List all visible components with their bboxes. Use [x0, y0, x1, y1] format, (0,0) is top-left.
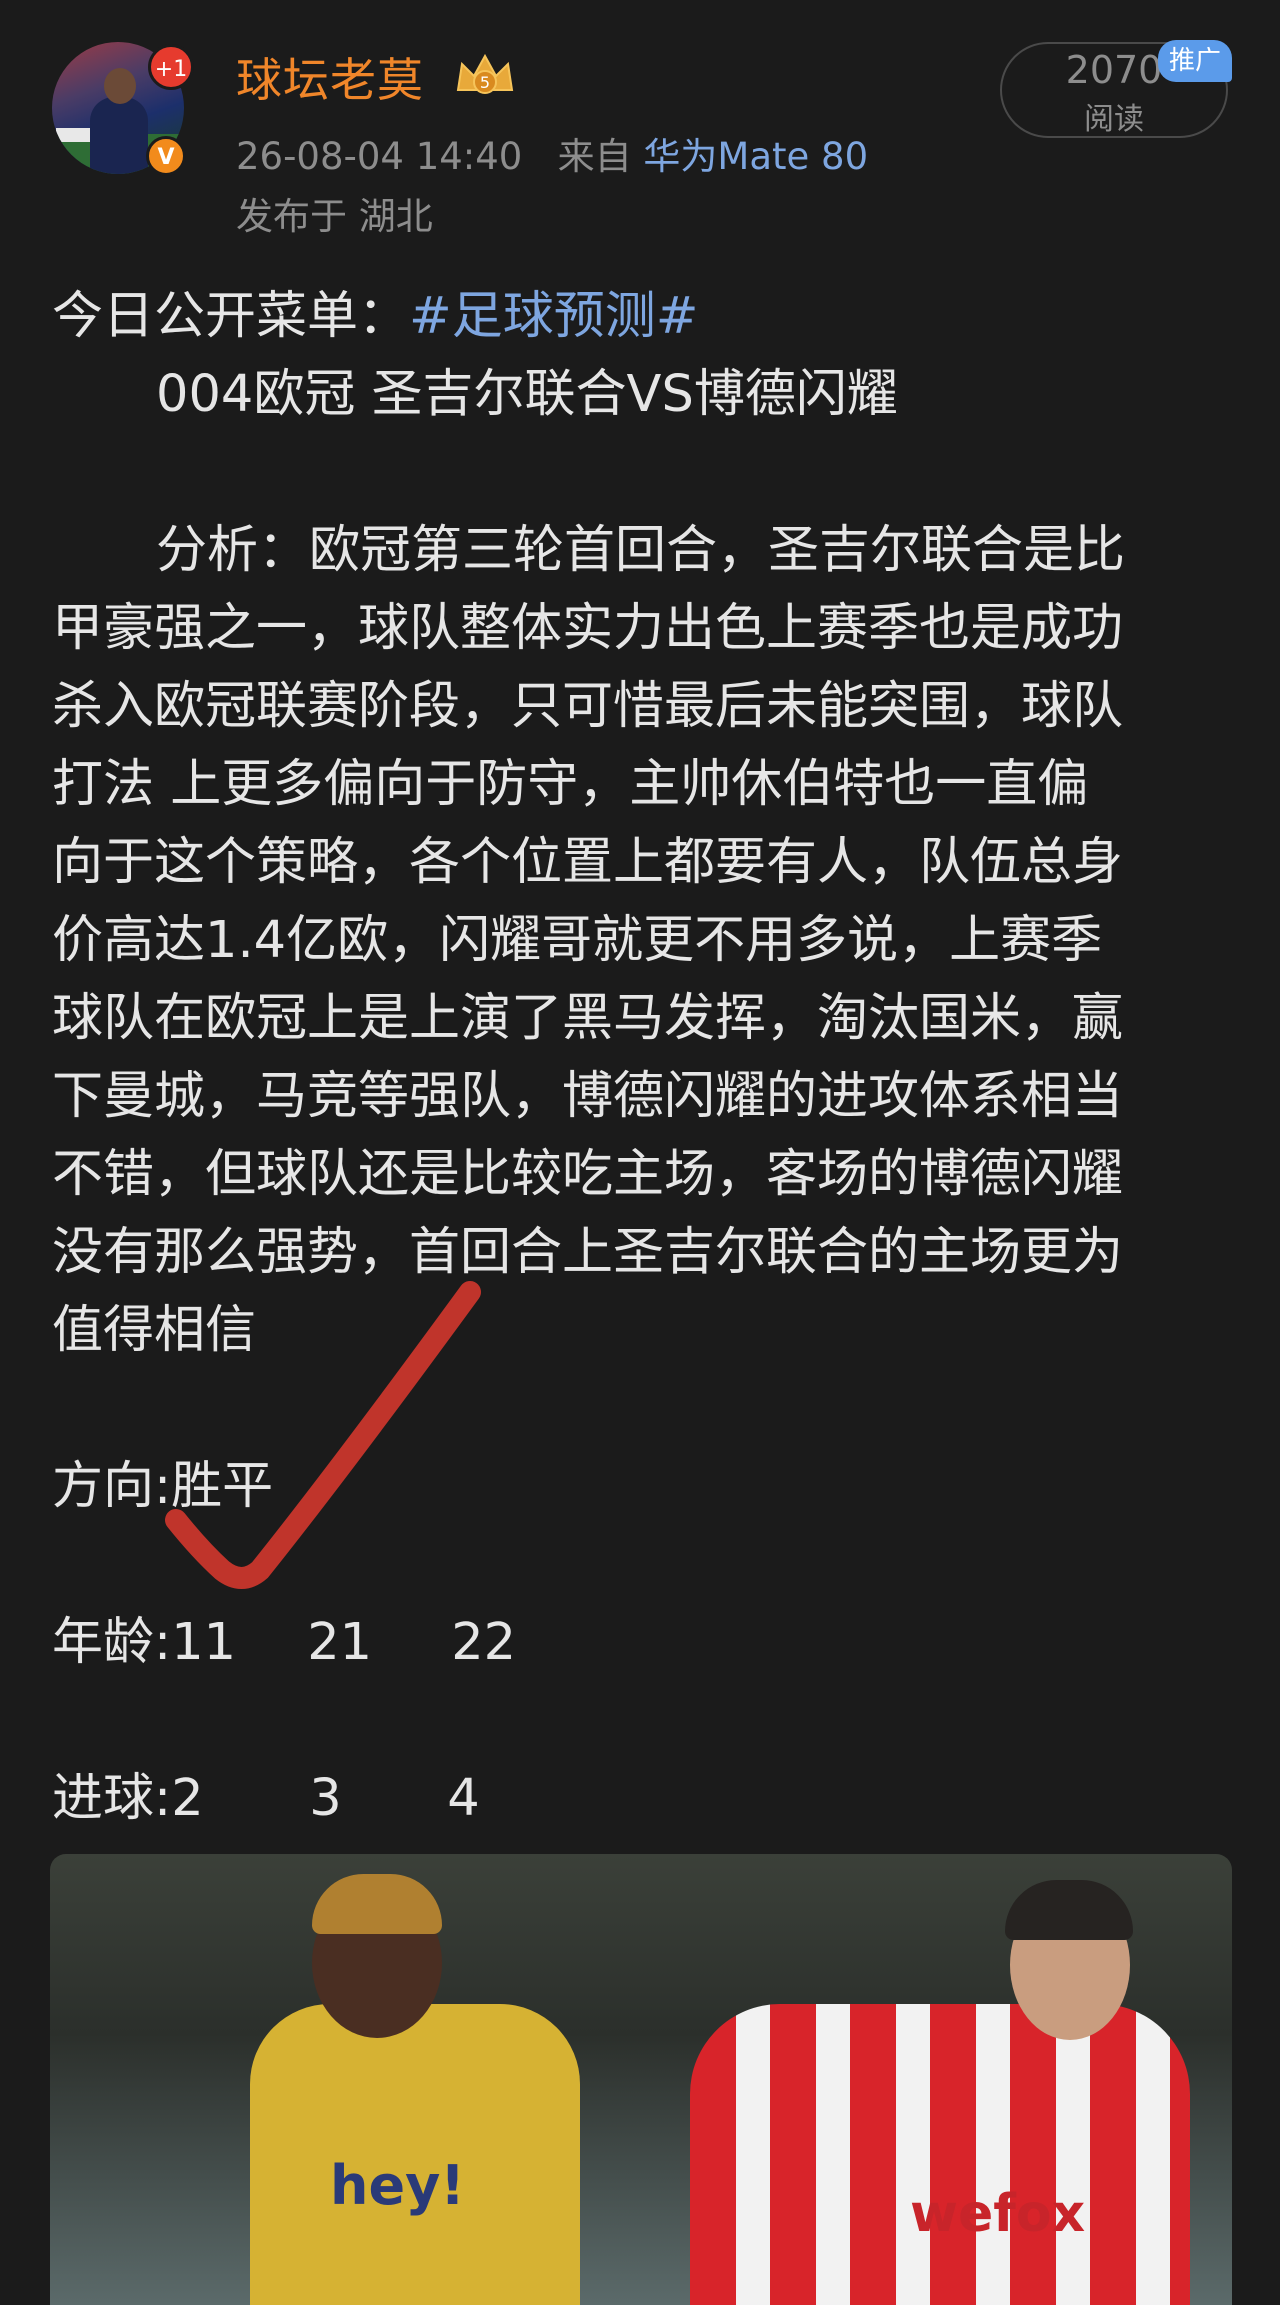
source-prefix: 来自 [557, 135, 632, 178]
analysis-line: 分析：欧冠第三轮首回合，圣吉尔联合是比 [156, 521, 1126, 580]
analysis-line: 值得相信 [52, 1301, 257, 1360]
post-header: +1 V 球坛老莫 5 26-08-04 14:40 来自 华为Mate 80 … [0, 0, 1280, 250]
reads-label: 阅读 [1084, 102, 1144, 137]
crown-icon: 5 [456, 53, 514, 94]
post-content: 今日公开菜单：#足球预测# 004欧冠 圣吉尔联合VS博德闪耀 分析：欧冠第三轮… [52, 278, 1232, 1838]
avatar-plus-badge: +1 [148, 44, 194, 90]
match-line: 004欧冠 圣吉尔联合VS博德闪耀 [156, 365, 898, 424]
username[interactable]: 球坛老莫 [236, 44, 424, 110]
analysis-line: 价高达1.4亿欧，闪耀哥就更不用多说，上赛季 [52, 911, 1103, 970]
avatar-player-head [104, 68, 136, 104]
direction-line: 方向:胜平 [52, 1457, 274, 1516]
analysis-line: 球队在欧冠上是上演了黑马发挥，淘汰国米，赢 [52, 989, 1124, 1048]
intro-line: 今日公开菜单：#足球预测# [52, 278, 1232, 356]
player-red-body [690, 2004, 1190, 2305]
analysis-line: 甲豪强之一，球队整体实力出色上赛季也是成功 [52, 599, 1124, 658]
analysis-line: 杀入欧冠联赛阶段，只可惜最后未能突围，球队 [52, 677, 1124, 736]
intro-label: 今日公开菜单： [52, 287, 410, 346]
analysis-line: 打法 上更多偏向于防守，主帅休伯特也一直偏 [52, 755, 1089, 814]
promo-tag[interactable]: 推广 [1158, 40, 1232, 82]
age-value: 22 [451, 1613, 517, 1672]
goals-label: 进球: [52, 1769, 172, 1828]
goals-value: 3 [309, 1769, 342, 1828]
match-photo[interactable]: hey! wefox [50, 1854, 1232, 2305]
post-location: 发布于 湖北 [236, 195, 433, 238]
post-timestamp: 26-08-04 14:40 [236, 135, 523, 178]
hashtag-link[interactable]: #足球预测# [409, 287, 698, 346]
avatar-player-body [90, 97, 148, 174]
analysis-line: 没有那么强势，首回合上圣吉尔联合的主场更为 [52, 1223, 1124, 1282]
player-red-hair [1005, 1880, 1133, 1940]
analysis-line: 下曼城，马竞等强队，博德闪耀的进攻体系相当 [52, 1067, 1124, 1126]
post-meta: 26-08-04 14:40 来自 华为Mate 80 [236, 126, 868, 180]
goals-line: 进球:2 3 4 [52, 1760, 1232, 1838]
analysis-line: 向于这个策略，各个位置上都要有人，队伍总身 [52, 833, 1124, 892]
goals-value: 4 [447, 1769, 480, 1828]
age-line: 年龄:11 21 22 [52, 1604, 1232, 1682]
analysis-line: 不错，但球队还是比较吃主场，客场的博德闪耀 [52, 1145, 1124, 1204]
age-value: 11 [171, 1613, 237, 1672]
shirt-sponsor: wefox [910, 2184, 1086, 2244]
age-value: 21 [307, 1613, 373, 1672]
device-link[interactable]: 华为Mate 80 [643, 135, 868, 178]
player-yellow-hair [312, 1874, 442, 1934]
age-label: 年龄: [52, 1613, 172, 1672]
goals-value: 2 [171, 1769, 204, 1828]
jersey-sponsor: hey! [330, 2154, 465, 2217]
crown-level: 5 [480, 73, 490, 92]
verified-icon: V [146, 136, 186, 176]
